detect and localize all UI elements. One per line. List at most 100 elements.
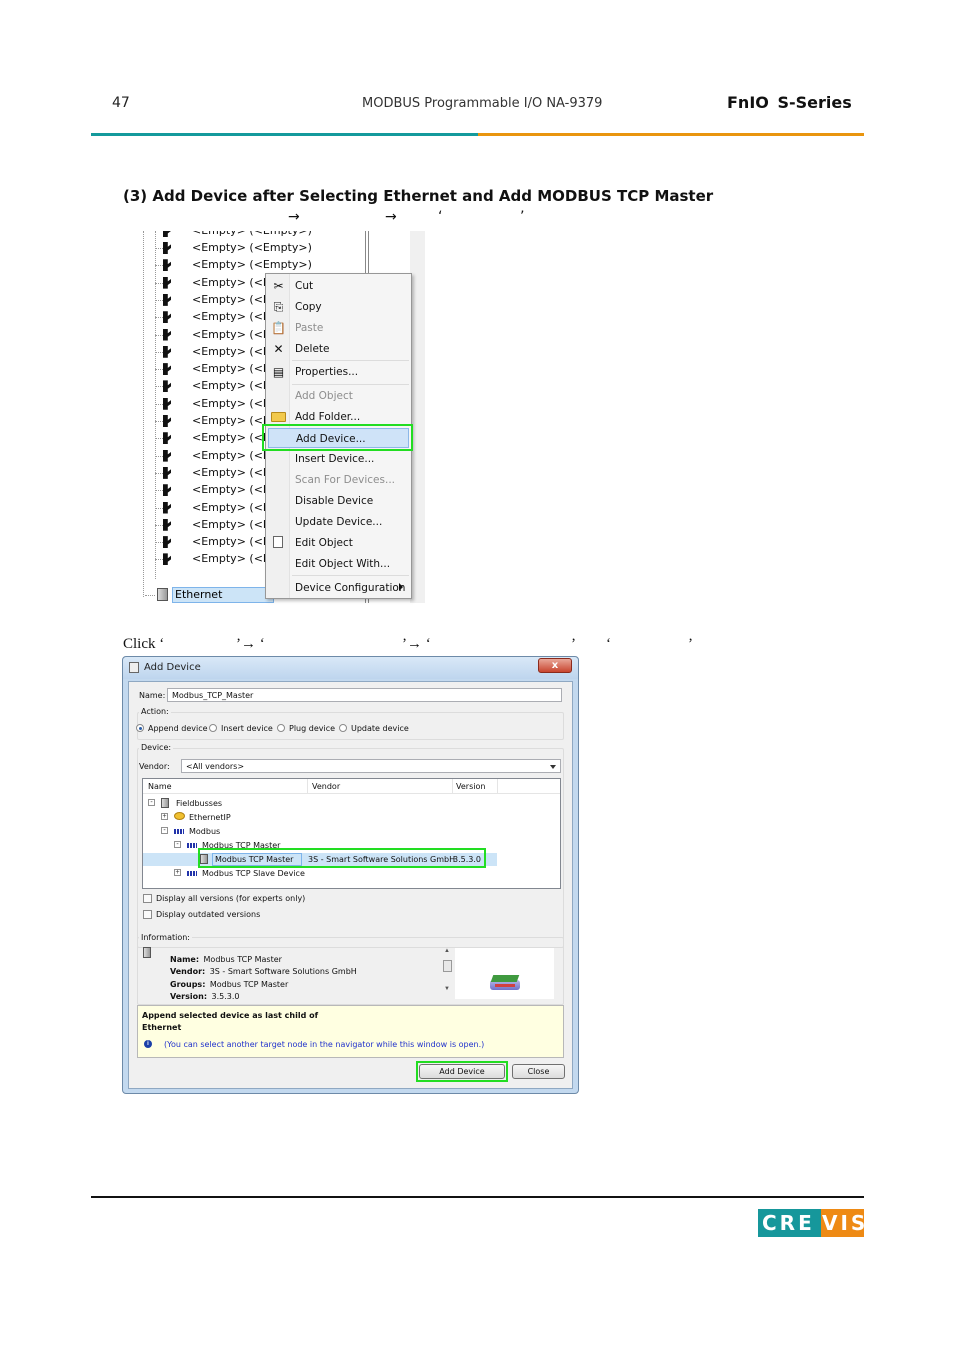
connector-icon xyxy=(163,293,171,306)
append-text-line1: Append selected device as last child of xyxy=(142,1011,319,1020)
checkbox-box[interactable] xyxy=(143,910,152,919)
connector-icon xyxy=(163,536,171,549)
info-scrollbar[interactable]: ▲ ▼ xyxy=(442,948,453,996)
expander-icon[interactable]: + xyxy=(174,869,181,876)
radio-update-device[interactable]: Update device xyxy=(339,724,409,734)
click-instruction: Click ‘ xyxy=(123,636,165,652)
list-header: Name Vendor Version xyxy=(143,779,560,794)
radio-insert-device[interactable]: Insert device xyxy=(209,724,279,734)
device-list[interactable]: Name Vendor Version - Fieldbusses + Etherne… xyxy=(142,778,561,889)
connector-icon xyxy=(163,466,171,479)
menu-separator xyxy=(292,575,409,576)
navigator-hint: (You can select another target node in t… xyxy=(164,1040,485,1049)
information-label: Information: xyxy=(139,933,193,942)
click-part-3: ’ xyxy=(571,636,576,652)
menu-separator xyxy=(292,360,409,361)
node-icon xyxy=(174,812,185,820)
crevis-logo: CRE VIS xyxy=(758,1209,865,1237)
connector-icon xyxy=(163,328,171,341)
menu-item-copy[interactable]: ⎘ Copy xyxy=(268,297,409,317)
dialog-title: Add Device xyxy=(144,662,201,673)
column-name[interactable]: Name xyxy=(148,782,172,791)
radio-button[interactable] xyxy=(209,724,217,732)
checkbox-display-all-versions[interactable]: Display all versions (for experts only) xyxy=(143,894,343,904)
folder-icon xyxy=(271,412,286,422)
node-icon xyxy=(187,871,197,876)
device-label: Device: xyxy=(139,743,174,752)
expander-icon[interactable]: - xyxy=(148,799,155,806)
vendor-label: Vendor: xyxy=(139,762,170,771)
dialog-titlebar[interactable]: Add Device x xyxy=(123,657,578,679)
arrow-1: → xyxy=(288,209,300,225)
page-number: 47 xyxy=(112,95,130,111)
connector-icon xyxy=(163,501,171,514)
ethernet-node-label: Ethernet (Ethernet) xyxy=(172,587,274,603)
radio-button[interactable] xyxy=(339,724,347,732)
scroll-down-icon[interactable]: ▼ xyxy=(444,986,450,992)
scissors-icon: ✂ xyxy=(273,279,284,293)
info-line: Version: 3.5.3.0 xyxy=(170,991,240,1001)
connector-icon xyxy=(163,484,171,497)
connector-icon xyxy=(163,259,171,272)
click-part-1: ’→ ‘ xyxy=(236,636,265,652)
checkbox-box[interactable] xyxy=(143,894,152,903)
document-page: 47 MODBUS Programmable I/O NA-9379 FnIO … xyxy=(0,0,954,1350)
menu-item-scan-for-devices[interactable]: Scan For Devices... xyxy=(268,470,409,490)
info-icon: i xyxy=(144,1040,152,1048)
header-rule-teal xyxy=(91,133,478,136)
radio-button[interactable] xyxy=(136,724,144,732)
menu-item-update-device[interactable]: Update Device... xyxy=(268,512,409,532)
menu-item-edit-object[interactable]: Edit Object xyxy=(268,533,409,553)
connector-icon xyxy=(163,397,171,410)
menu-item-properties[interactable]: ▤ Properties... xyxy=(268,362,409,382)
device-tree-node[interactable]: + Modbus TCP Slave Device xyxy=(143,867,560,880)
menu-item-device-configuration[interactable]: Device Configuration xyxy=(268,578,409,598)
radio-plug-device[interactable]: Plug device xyxy=(277,724,347,734)
menu-item-edit-object-with[interactable]: Edit Object With... xyxy=(268,554,409,574)
name-input[interactable]: Modbus_TCP_Master xyxy=(167,688,562,702)
menu-item-delete[interactable]: ✕ Delete xyxy=(268,339,409,359)
checkbox-display-outdated-versions[interactable]: Display outdated versions xyxy=(143,910,343,920)
name-label: Name: xyxy=(139,691,166,700)
scroll-up-icon[interactable]: ▲ xyxy=(444,948,450,954)
tree-node-ethernet[interactable]: Ethernet (Ethernet) xyxy=(145,587,274,603)
scroll-thumb[interactable] xyxy=(443,960,452,972)
radio-button[interactable] xyxy=(277,724,285,732)
menu-item-paste[interactable]: 📋 Paste xyxy=(268,318,409,338)
header-rule-orange xyxy=(478,133,864,136)
column-vendor[interactable]: Vendor xyxy=(312,782,340,791)
append-info-box: Append selected device as last child of … xyxy=(137,1005,564,1058)
menu-item-cut[interactable]: ✂ Cut xyxy=(268,276,409,296)
device-tree-node[interactable]: - Modbus xyxy=(143,825,560,838)
menu-item-insert-device[interactable]: Insert Device... xyxy=(268,449,409,469)
right-pane xyxy=(410,231,425,603)
connector-icon xyxy=(163,380,171,393)
device-tree-node[interactable]: - Fieldbusses xyxy=(143,797,560,810)
click-part-4: ‘ xyxy=(606,636,611,652)
expander-icon[interactable]: - xyxy=(174,841,181,848)
document-title: MODBUS Programmable I/O NA-9379 xyxy=(362,96,603,111)
node-icon xyxy=(161,798,169,808)
device-tree-node[interactable]: + EthernetIP xyxy=(143,811,560,824)
menu-item-disable-device[interactable]: Disable Device xyxy=(268,491,409,511)
connector-icon xyxy=(163,345,171,358)
connector-icon xyxy=(163,363,171,376)
click-part-2: ’→ ‘ xyxy=(402,636,431,652)
close-button[interactable]: x xyxy=(538,658,572,673)
node-icon xyxy=(187,843,197,848)
menu-item-add-object[interactable]: Add Object xyxy=(268,386,409,406)
dialog-body: Name: Modbus_TCP_Master Action: Append d… xyxy=(128,681,573,1089)
info-line: Vendor: 3S - Smart Software Solutions Gm… xyxy=(170,967,357,977)
highlight-add-device-menu xyxy=(262,424,413,451)
close-dialog-button[interactable]: Close xyxy=(512,1064,565,1079)
delete-icon: ✕ xyxy=(273,342,284,356)
vendor-select[interactable]: <All vendors> xyxy=(181,759,561,773)
connector-icon xyxy=(163,518,171,531)
ethernet-device-icon xyxy=(157,588,168,601)
radio-append-device[interactable]: Append device xyxy=(136,724,208,734)
expander-icon[interactable]: + xyxy=(161,813,168,820)
expander-icon[interactable]: - xyxy=(161,827,168,834)
column-version[interactable]: Version xyxy=(456,782,485,791)
connector-icon xyxy=(163,242,171,254)
append-text-line2: Ethernet xyxy=(142,1023,182,1032)
